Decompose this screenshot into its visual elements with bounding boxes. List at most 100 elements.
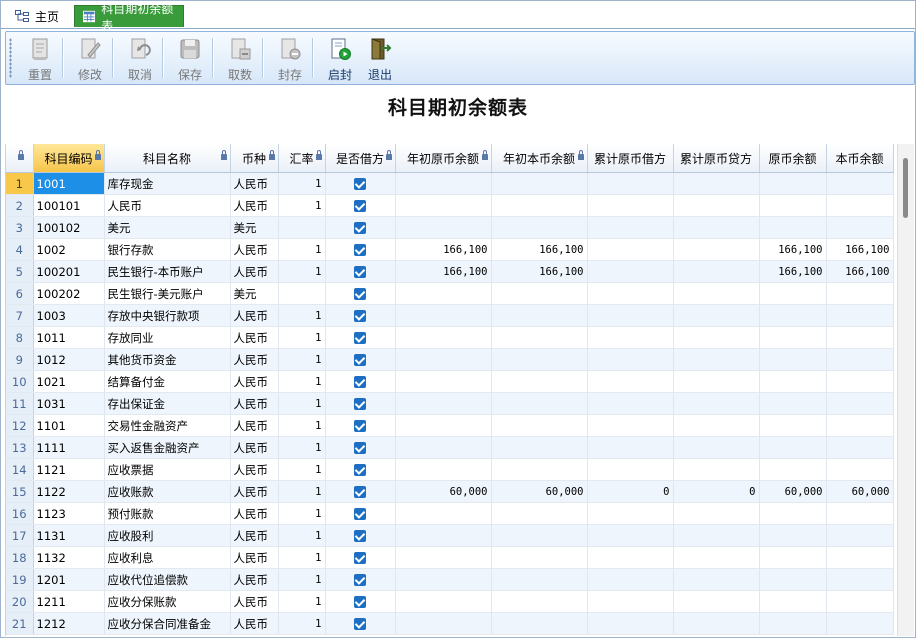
table-row[interactable]: 3 100102 美元 美元 — [6, 216, 894, 239]
opening-local-balance-cell[interactable] — [491, 568, 588, 591]
currency-cell[interactable]: 人民币 — [230, 348, 279, 371]
account-code-cell[interactable]: 1121 — [33, 458, 105, 481]
is-debit-cell[interactable] — [325, 568, 396, 591]
table-row[interactable]: 12 1101 交易性金融资产 人民币 1 — [6, 414, 894, 437]
local-balance-cell[interactable] — [826, 568, 894, 591]
opening-original-balance-cell[interactable] — [395, 326, 492, 349]
account-code-cell[interactable]: 1201 — [33, 568, 105, 591]
opening-local-balance-cell[interactable] — [491, 172, 588, 195]
opening-local-balance-cell[interactable] — [491, 326, 588, 349]
local-balance-cell[interactable] — [826, 502, 894, 525]
column-header[interactable]: 本币余额 — [826, 144, 894, 173]
table-row[interactable]: 4 1002 银行存款 人民币 1 166,100 166,100 166,100 166,10… — [6, 238, 894, 261]
cumulative-original-debit-cell[interactable] — [587, 458, 674, 481]
opening-original-balance-cell[interactable] — [395, 612, 492, 635]
opening-local-balance-cell[interactable] — [491, 392, 588, 415]
opening-original-balance-cell[interactable] — [395, 216, 492, 239]
exchange-rate-cell[interactable]: 1 — [278, 172, 326, 195]
cumulative-original-debit-cell[interactable] — [587, 524, 674, 547]
exchange-rate-cell[interactable]: 1 — [278, 546, 326, 569]
opening-local-balance-cell[interactable] — [491, 590, 588, 613]
local-balance-cell[interactable] — [826, 524, 894, 547]
opening-original-balance-cell[interactable] — [395, 370, 492, 393]
reset-button[interactable]: 重置 — [16, 34, 64, 82]
exchange-rate-cell[interactable]: 1 — [278, 436, 326, 459]
exchange-rate-cell[interactable]: 1 — [278, 568, 326, 591]
opening-local-balance-cell[interactable] — [491, 348, 588, 371]
table-row[interactable]: 19 1201 应收代位追偿款 人民币 1 — [6, 568, 894, 591]
cumulative-original-credit-cell[interactable] — [673, 238, 760, 261]
account-code-cell[interactable]: 1021 — [33, 370, 105, 393]
currency-cell[interactable]: 人民币 — [230, 612, 279, 635]
local-balance-cell[interactable] — [826, 436, 894, 459]
exchange-rate-cell[interactable]: 1 — [278, 612, 326, 635]
cumulative-original-debit-cell[interactable] — [587, 348, 674, 371]
currency-cell[interactable]: 人民币 — [230, 326, 279, 349]
row-number-header[interactable] — [6, 144, 34, 173]
original-balance-cell[interactable] — [759, 392, 827, 415]
local-balance-cell[interactable] — [826, 304, 894, 327]
original-balance-cell[interactable] — [759, 524, 827, 547]
opening-original-balance-cell[interactable] — [395, 348, 492, 371]
is-debit-cell[interactable] — [325, 590, 396, 613]
exchange-rate-cell[interactable] — [278, 282, 326, 305]
original-balance-cell[interactable] — [759, 326, 827, 349]
opening-local-balance-cell[interactable] — [491, 194, 588, 217]
opening-original-balance-cell[interactable]: 166,100 — [395, 260, 492, 283]
account-name-cell[interactable]: 存出保证金 — [104, 392, 231, 415]
opening-original-balance-cell[interactable] — [395, 304, 492, 327]
table-row[interactable]: 5 100201 民生银行-本币账户 人民币 1 166,100 166,100 166,10… — [6, 260, 894, 283]
original-balance-cell[interactable] — [759, 414, 827, 437]
account-code-cell[interactable]: 100201 — [33, 260, 105, 283]
vertical-scrollbar[interactable] — [897, 144, 914, 636]
debit-checkbox[interactable] — [354, 376, 366, 388]
account-code-cell[interactable]: 1111 — [33, 436, 105, 459]
exchange-rate-cell[interactable]: 1 — [278, 194, 326, 217]
original-balance-cell[interactable]: 166,100 — [759, 238, 827, 261]
account-name-cell[interactable]: 民生银行-美元账户 — [104, 282, 231, 305]
local-balance-cell[interactable]: 166,100 — [826, 238, 894, 261]
currency-cell[interactable]: 人民币 — [230, 480, 279, 503]
cumulative-original-debit-cell[interactable] — [587, 304, 674, 327]
is-debit-cell[interactable] — [325, 238, 396, 261]
table-row[interactable]: 17 1131 应收股利 人民币 1 — [6, 524, 894, 547]
original-balance-cell[interactable] — [759, 282, 827, 305]
debit-checkbox[interactable] — [354, 354, 366, 366]
original-balance-cell[interactable] — [759, 216, 827, 239]
cumulative-original-credit-cell[interactable] — [673, 348, 760, 371]
currency-cell[interactable]: 人民币 — [230, 304, 279, 327]
cumulative-original-debit-cell[interactable] — [587, 282, 674, 305]
opening-original-balance-cell[interactable] — [395, 568, 492, 591]
exchange-rate-cell[interactable]: 1 — [278, 480, 326, 503]
exchange-rate-cell[interactable]: 1 — [278, 392, 326, 415]
exchange-rate-cell[interactable]: 1 — [278, 414, 326, 437]
debit-checkbox[interactable] — [354, 552, 366, 564]
opening-local-balance-cell[interactable] — [491, 370, 588, 393]
is-debit-cell[interactable] — [325, 546, 396, 569]
tab-home[interactable]: 主页 — [7, 5, 67, 27]
cumulative-original-debit-cell[interactable]: 0 — [587, 480, 674, 503]
debit-checkbox[interactable] — [354, 244, 366, 256]
cumulative-original-debit-cell[interactable] — [587, 392, 674, 415]
account-code-cell[interactable]: 1012 — [33, 348, 105, 371]
account-name-cell[interactable]: 银行存款 — [104, 238, 231, 261]
table-row[interactable]: 21 1212 应收分保合同准备金 人民币 1 — [6, 612, 894, 635]
account-code-cell[interactable]: 1122 — [33, 480, 105, 503]
original-balance-cell[interactable] — [759, 546, 827, 569]
cumulative-original-credit-cell[interactable] — [673, 524, 760, 547]
account-name-cell[interactable]: 应收股利 — [104, 524, 231, 547]
currency-cell[interactable]: 人民币 — [230, 436, 279, 459]
original-balance-cell[interactable] — [759, 370, 827, 393]
currency-cell[interactable]: 美元 — [230, 216, 279, 239]
account-name-cell[interactable]: 预付账款 — [104, 502, 231, 525]
local-balance-cell[interactable] — [826, 326, 894, 349]
cumulative-original-credit-cell[interactable] — [673, 590, 760, 613]
column-header[interactable]: 年初本币余额 — [491, 144, 588, 173]
cumulative-original-credit-cell[interactable] — [673, 172, 760, 195]
table-row[interactable]: 2 100101 人民币 人民币 1 — [6, 194, 894, 217]
exchange-rate-cell[interactable]: 1 — [278, 260, 326, 283]
local-balance-cell[interactable] — [826, 172, 894, 195]
opening-local-balance-cell[interactable]: 60,000 — [491, 480, 588, 503]
cumulative-original-credit-cell[interactable] — [673, 370, 760, 393]
original-balance-cell[interactable] — [759, 612, 827, 635]
